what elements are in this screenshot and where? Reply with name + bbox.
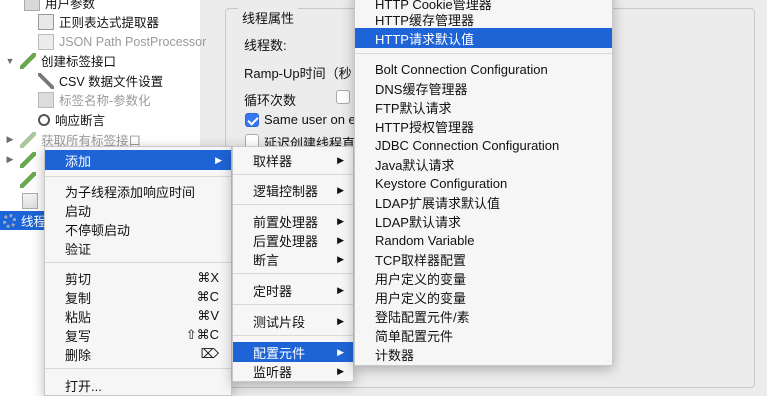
menu-separator — [45, 262, 231, 263]
submenu-arrow-icon: ▶ — [337, 284, 344, 295]
menu-item-http-cache[interactable]: HTTP缓存管理器 — [355, 9, 612, 29]
expand-arrow-icon[interactable]: ▶ — [4, 134, 16, 145]
menu-separator — [45, 176, 231, 177]
menu-separator — [233, 335, 353, 336]
menu-item-ldap-ext[interactable]: LDAP扩展请求默认值 — [355, 192, 612, 212]
tree-item-sampler-a[interactable]: ▶ — [4, 150, 41, 169]
menu-item-assertion[interactable]: 断言 ▶ — [233, 249, 353, 269]
menu-item-java-defaults[interactable]: Java默认请求 — [355, 154, 612, 174]
menu-item-tcp-config[interactable]: TCP取样器配置 — [355, 249, 612, 269]
menu-item-counter[interactable]: 计数器 — [355, 344, 612, 364]
submenu-arrow-icon: ▶ — [337, 215, 344, 226]
submenu-arrow-icon: ▶ — [337, 253, 344, 264]
submenu-arrow-icon: ▶ — [337, 184, 344, 195]
tree-item-user-params[interactable]: 用户参数 — [24, 0, 95, 12]
collapse-arrow-icon[interactable]: ▼ — [4, 56, 16, 66]
menu-item-sampler[interactable]: 取样器 ▶ — [233, 150, 353, 170]
menu-separator — [233, 273, 353, 274]
preprocessor-icon — [38, 91, 54, 108]
menu-item-http-auth[interactable]: HTTP授权管理器 — [355, 116, 612, 136]
magnifier-icon — [38, 113, 50, 126]
same-user-label: Same user on e — [264, 112, 356, 127]
menu-separator — [355, 53, 612, 54]
postprocessor-icon — [38, 33, 54, 50]
submenu-arrow-icon: ▶ — [337, 365, 344, 376]
submenu-arrow-icon: ▶ — [337, 234, 344, 245]
chart-icon — [22, 192, 38, 209]
menu-item-start[interactable]: 启动 — [45, 200, 231, 220]
menu-item-copy[interactable]: 复制 ⌘C — [45, 287, 231, 307]
menu-item-bolt[interactable]: Bolt Connection Configuration — [355, 59, 612, 79]
sampler-pen-icon — [20, 131, 36, 148]
menu-item-add-response-time[interactable]: 为子线程添加响应时间 — [45, 181, 231, 201]
menu-item-ldap-defaults[interactable]: LDAP默认请求 — [355, 211, 612, 231]
tree-item-listener[interactable] — [22, 191, 43, 210]
menu-item-simple-config[interactable]: 简单配置元件 — [355, 325, 612, 345]
menu-item-preprocessor[interactable]: 前置处理器 ▶ — [233, 211, 353, 231]
sampler-pen-icon — [20, 52, 36, 69]
expand-arrow-icon[interactable]: ▶ — [4, 154, 16, 165]
tree-item-create-tag[interactable]: ▼ 创建标签接口 — [4, 51, 116, 70]
sampler-pen-icon — [20, 151, 36, 168]
menu-item-postprocessor[interactable]: 后置处理器 ▶ — [233, 230, 353, 250]
submenu-arrow-icon: ▶ — [337, 346, 344, 357]
menu-item-duplicate[interactable]: 复写 ⇧⌘C — [45, 325, 231, 345]
menu-item-add[interactable]: 添加 ▶ — [45, 150, 231, 170]
menu-item-keystore[interactable]: Keystore Configuration — [355, 173, 612, 193]
menu-item-jdbc[interactable]: JDBC Connection Configuration — [355, 135, 612, 155]
menu-item-random-variable[interactable]: Random Variable — [355, 230, 612, 250]
preprocessor-icon — [24, 0, 40, 11]
menu-item-listener[interactable]: 监听器 ▶ — [233, 361, 353, 381]
menu-item-timer[interactable]: 定时器 ▶ — [233, 280, 353, 300]
context-menu: 添加 ▶ 为子线程添加响应时间 启动 不停顿启动 验证 剪切 ⌘X 复制 ⌘C … — [44, 146, 232, 396]
sampler-pen-icon — [20, 171, 36, 188]
add-submenu: 取样器 ▶ 逻辑控制器 ▶ 前置处理器 ▶ 后置处理器 ▶ 断言 ▶ 定时器 ▶… — [232, 146, 354, 382]
submenu-arrow-icon: ▶ — [337, 154, 344, 165]
delete-key-icon: ⌦ — [200, 346, 219, 361]
menu-item-login-config[interactable]: 登陆配置元件/素 — [355, 306, 612, 326]
menu-item-ftp-defaults[interactable]: FTP默认请求 — [355, 97, 612, 117]
menu-item-open[interactable]: 打开... — [45, 375, 231, 395]
tree-item-sampler-b[interactable] — [4, 170, 41, 189]
threads-label: 线程数: — [244, 38, 287, 53]
menu-item-start-no-pause[interactable]: 不停顿启动 — [45, 219, 231, 239]
menu-item-http-defaults[interactable]: HTTP请求默认值 — [355, 28, 612, 48]
rampup-label: Ramp-Up时间（秒 — [244, 66, 352, 81]
menu-separator — [45, 368, 231, 369]
menu-item-user-vars-2[interactable]: 用户定义的变量 — [355, 287, 612, 307]
infinite-loop-checkbox[interactable] — [336, 90, 350, 104]
group-title: 线程属性 — [238, 8, 299, 27]
tree-item-csv[interactable]: CSV 数据文件设置 — [38, 71, 163, 90]
menu-item-test-fragment[interactable]: 测试片段 ▶ — [233, 311, 353, 331]
wrench-icon — [38, 72, 54, 89]
menu-item-delete[interactable]: 删除 ⌦ — [45, 344, 231, 364]
gear-icon — [3, 213, 16, 228]
submenu-arrow-icon: ▶ — [337, 315, 344, 326]
tree-item-thread-group[interactable]: 线程 — [0, 211, 46, 230]
menu-item-paste[interactable]: 粘贴 ⌘V — [45, 306, 231, 326]
menu-item-cut[interactable]: 剪切 ⌘X — [45, 268, 231, 288]
tree-item-response-assert[interactable]: 响应断言 — [38, 110, 105, 129]
tree-item-json-path[interactable]: JSON Path PostProcessor — [38, 32, 206, 51]
submenu-arrow-icon: ▶ — [215, 154, 222, 165]
menu-item-dns-cache[interactable]: DNS缓存管理器 — [355, 78, 612, 98]
loop-count-label: 循环次数 — [244, 93, 297, 108]
tree-item-tag-param[interactable]: 标签名称-参数化 — [38, 90, 151, 109]
menu-item-config-element[interactable]: 配置元件 ▶ — [233, 342, 353, 362]
menu-item-logic-controller[interactable]: 逻辑控制器 ▶ — [233, 180, 353, 200]
tree-item-regex-extractor[interactable]: 正则表达式提取器 — [38, 12, 159, 31]
config-element-submenu: HTTP Cookie管理器 HTTP缓存管理器 HTTP请求默认值 Bolt … — [354, 0, 613, 366]
menu-separator — [233, 304, 353, 305]
menu-separator — [233, 174, 353, 175]
menu-item-validate[interactable]: 验证 — [45, 238, 231, 258]
postprocessor-icon — [38, 13, 54, 30]
menu-item-user-vars-1[interactable]: 用户定义的变量 — [355, 268, 612, 288]
menu-separator — [233, 204, 353, 205]
same-user-checkbox[interactable] — [245, 113, 259, 127]
